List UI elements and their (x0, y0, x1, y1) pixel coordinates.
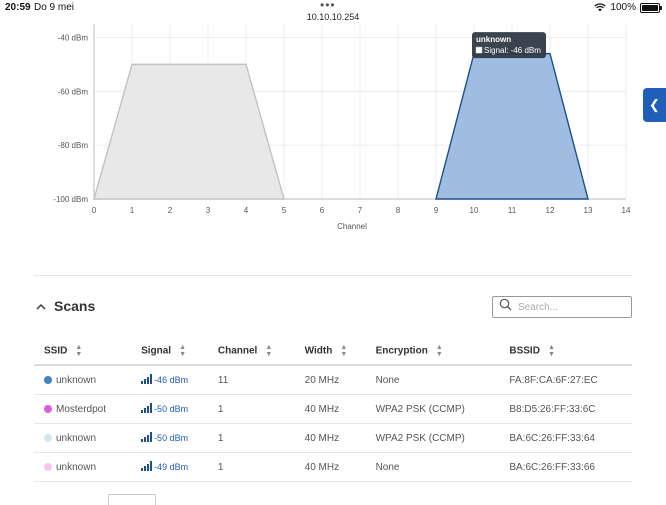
signal-bars-icon (141, 461, 152, 471)
cell-encryption: None (366, 365, 500, 395)
tooltip-title: unknown (476, 35, 511, 44)
ssid-color-dot (44, 376, 52, 384)
cell-bssid: FA:8F:CA:6F:27:EC (499, 365, 632, 395)
sort-icon[interactable]: ▲▼ (179, 344, 186, 358)
cell-channel: 1 (208, 424, 295, 453)
cell-encryption: None (366, 453, 500, 482)
table-row[interactable]: unknown-46 dBm1120 MHzNoneFA:8F:CA:6F:27… (34, 365, 632, 395)
cell-width: 20 MHz (295, 365, 366, 395)
search-box[interactable] (492, 296, 632, 318)
col-width[interactable]: Width▲▼ (295, 338, 366, 365)
cell-signal: -49 dBm (131, 453, 208, 482)
cell-bssid: BA:6C:26:FF:33:64 (499, 424, 632, 453)
table-row[interactable]: Mosterdpot-50 dBm140 MHzWPA2 PSK (CCMP)B… (34, 395, 632, 424)
tooltip-text: Signal: -46 dBm (484, 46, 541, 55)
scans-table: SSID▲▼ Signal▲▼ Channel▲▼ Width▲▼ Encryp… (34, 338, 632, 482)
col-bssid[interactable]: BSSID▲▼ (499, 338, 632, 365)
battery-percent: 100% (610, 2, 636, 13)
cell-ssid: Mosterdpot (34, 395, 131, 424)
x-tick-label: 4 (244, 206, 249, 215)
x-tick-label: 6 (320, 206, 325, 215)
y-tick-label: -100 dBm (53, 195, 88, 204)
cell-signal: -46 dBm (131, 365, 208, 395)
cell-width: 40 MHz (295, 424, 366, 453)
cell-channel: 11 (208, 365, 295, 395)
x-tick-label: 12 (546, 206, 555, 215)
cell-signal: -50 dBm (131, 395, 208, 424)
status-right: 100% (594, 2, 660, 13)
section-divider (34, 275, 632, 276)
chevron-left-icon: ❮ (649, 97, 660, 113)
wifi-icon (594, 3, 606, 12)
more-dots-icon[interactable]: ••• (320, 0, 336, 12)
status-bar: 20:59 Do 9 mei ••• 10.10.10.254 100% (0, 0, 666, 24)
signal-bars-icon (141, 432, 152, 442)
address-bar-url[interactable]: 10.10.10.254 (0, 12, 666, 22)
x-tick-label: 11 (508, 206, 517, 215)
cell-ssid: unknown (34, 424, 131, 453)
sort-icon[interactable]: ▲▼ (548, 344, 555, 358)
y-tick-label: -40 dBm (58, 33, 89, 42)
chevron-up-icon[interactable] (36, 299, 46, 313)
search-icon (499, 298, 512, 316)
channel-chart: 01234567891011121314-40 dBm-60 dBm-80 dB… (0, 24, 640, 240)
cell-bssid: B8:D5:26:FF:33:6C (499, 395, 632, 424)
ssid-color-dot (44, 434, 52, 442)
y-tick-label: -80 dBm (58, 141, 89, 150)
sort-icon[interactable]: ▲▼ (265, 344, 272, 358)
cell-bssid: BA:6C:26:FF:33:66 (499, 453, 632, 482)
x-tick-label: 14 (622, 206, 631, 215)
table-header-row: SSID▲▼ Signal▲▼ Channel▲▼ Width▲▼ Encryp… (34, 338, 632, 365)
x-tick-label: 2 (168, 206, 173, 215)
col-ssid[interactable]: SSID▲▼ (34, 338, 131, 365)
cell-width: 40 MHz (295, 453, 366, 482)
cell-ssid: unknown (34, 453, 131, 482)
x-tick-label: 5 (282, 206, 287, 215)
ssid-color-dot (44, 463, 52, 471)
x-tick-label: 1 (130, 206, 135, 215)
cell-channel: 1 (208, 395, 295, 424)
sort-icon[interactable]: ▲▼ (340, 344, 347, 358)
signal-bars-icon (141, 403, 152, 413)
battery-icon (640, 3, 660, 13)
x-tick-label: 7 (358, 206, 363, 215)
x-tick-label: 3 (206, 206, 211, 215)
series-area-1 (436, 54, 588, 199)
col-signal[interactable]: Signal▲▼ (131, 338, 208, 365)
ssid-color-dot (44, 405, 52, 413)
cell-ssid: unknown (34, 365, 131, 395)
signal-bars-icon (141, 374, 152, 384)
cell-signal: -50 dBm (131, 424, 208, 453)
cell-encryption: WPA2 PSK (CCMP) (366, 395, 500, 424)
sort-icon[interactable]: ▲▼ (75, 344, 82, 358)
x-tick-label: 13 (584, 206, 593, 215)
cell-width: 40 MHz (295, 395, 366, 424)
scans-title: Scans (54, 298, 95, 314)
series-area-0 (94, 64, 284, 199)
x-tick-label: 9 (434, 206, 439, 215)
sort-icon[interactable]: ▲▼ (436, 344, 443, 358)
search-input[interactable] (516, 301, 620, 314)
x-axis-label: Channel (337, 222, 367, 231)
table-row[interactable]: unknown-49 dBm140 MHzNoneBA:6C:26:FF:33:… (34, 453, 632, 482)
x-tick-label: 8 (396, 206, 401, 215)
cell-channel: 1 (208, 453, 295, 482)
side-panel-toggle[interactable]: ❮ (643, 88, 666, 122)
y-tick-label: -60 dBm (58, 87, 89, 96)
table-row[interactable]: unknown-50 dBm140 MHzWPA2 PSK (CCMP)BA:6… (34, 424, 632, 453)
tooltip-swatch-icon (476, 47, 482, 53)
col-encryption[interactable]: Encryption▲▼ (366, 338, 500, 365)
scans-header[interactable]: Scans (36, 298, 95, 314)
x-tick-label: 10 (470, 206, 479, 215)
x-tick-label: 0 (92, 206, 97, 215)
col-channel[interactable]: Channel▲▼ (208, 338, 295, 365)
cell-encryption: WPA2 PSK (CCMP) (366, 424, 500, 453)
